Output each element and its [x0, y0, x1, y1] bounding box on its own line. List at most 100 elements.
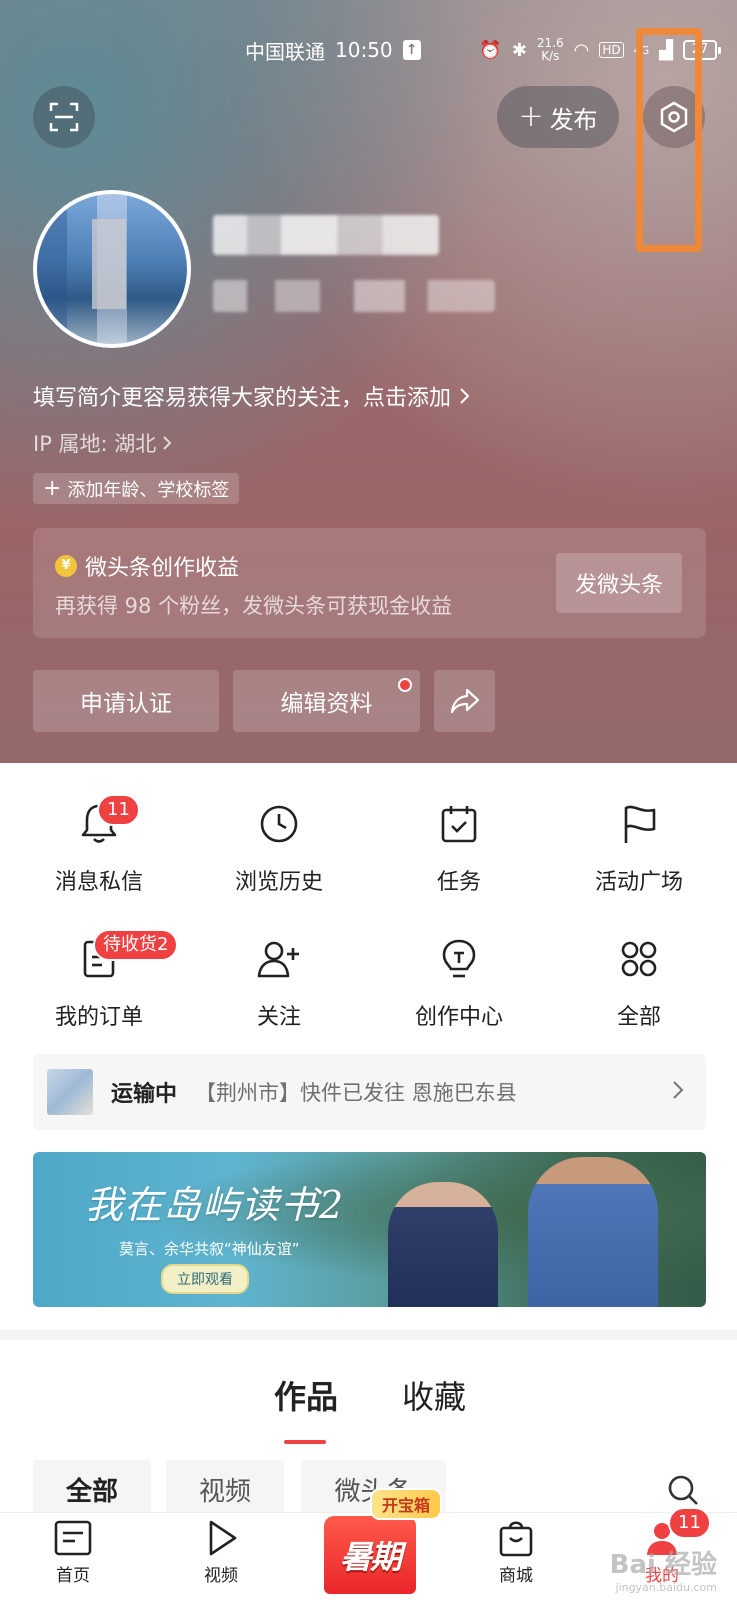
- bluetooth-icon: ✱: [511, 39, 527, 61]
- content-tabs: 作品 收藏: [0, 1340, 737, 1445]
- coin-icon: ¥: [55, 555, 77, 577]
- filter-video[interactable]: 视频: [166, 1460, 284, 1518]
- clock: 10:50: [335, 38, 393, 62]
- nav-video[interactable]: 视频: [171, 1519, 271, 1586]
- upload-notification-icon: ↑: [402, 40, 421, 60]
- play-icon: [209, 1520, 237, 1556]
- grid-item-label: 我的订单: [54, 1005, 143, 1030]
- grid-item-activity[interactable]: 活动广场: [559, 800, 719, 910]
- grid-item-history[interactable]: 浏览历史: [199, 800, 359, 910]
- summer-promo-button[interactable]: 暑期 开宝箱: [320, 1488, 443, 1598]
- search-icon[interactable]: [666, 1473, 700, 1507]
- filter-all[interactable]: 全部: [33, 1460, 151, 1518]
- add-tag-label: 添加年龄、学校标签: [67, 479, 230, 501]
- nav-label: 视频: [204, 1566, 238, 1586]
- grid-item-label: 浏览历史: [234, 870, 323, 895]
- open-treasure-tag: 开宝箱: [370, 1488, 443, 1520]
- watch-now-button[interactable]: 立即观看: [161, 1264, 249, 1294]
- share-arrow-icon: [450, 688, 479, 714]
- product-thumbnail: [47, 1069, 93, 1115]
- scan-icon: [49, 102, 79, 132]
- grid-item-all[interactable]: 全部: [559, 935, 719, 1045]
- earnings-description: 再获得 98 个粉丝，发微头条可获现金收益: [55, 594, 453, 618]
- treasure-box-icon: 暑期: [324, 1516, 416, 1594]
- user-stats-blurred: [213, 280, 495, 312]
- ip-location-text: IP 属地: 湖北: [33, 432, 157, 456]
- annotation-highlight-box: [636, 28, 702, 252]
- post-micro-headline-button[interactable]: 发微头条: [556, 553, 682, 613]
- active-tab-indicator: [284, 1440, 326, 1444]
- tab-works[interactable]: 作品: [274, 1372, 338, 1418]
- nav-label: 商城: [499, 1566, 533, 1586]
- grid-item-orders[interactable]: 我的订单 待收货2: [19, 929, 179, 1045]
- watermark-url: jingyan.baidu.com: [615, 1581, 717, 1594]
- network-speed: 21.6 K/s: [537, 37, 564, 63]
- plus-icon: +: [518, 99, 544, 134]
- grid-item-follow[interactable]: 关注: [199, 935, 359, 1045]
- nav-mall[interactable]: 商城: [466, 1519, 566, 1586]
- mine-badge: 11: [668, 1507, 711, 1539]
- grid-item-tasks[interactable]: 任务: [379, 800, 539, 910]
- grid-item-creator-center[interactable]: 创作中心: [379, 935, 539, 1045]
- unread-badge: 11: [97, 794, 140, 826]
- promo-label: 暑期: [339, 1538, 402, 1576]
- publish-label: 发布: [549, 105, 598, 134]
- bio-text: 填写简介更容易获得大家的关注，点击添加: [33, 386, 452, 411]
- hd-icon: HD: [599, 42, 624, 58]
- baidu-jingyan-watermark: Bai 经验 jingyan.baidu.com: [610, 1544, 717, 1594]
- bio-prompt[interactable]: 填写简介更容易获得大家的关注，点击添加: [33, 380, 471, 412]
- clock-icon: [255, 800, 303, 848]
- grid-item-label: 消息私信: [54, 870, 143, 895]
- earnings-card: ¥ 微头条创作收益 再获得 98 个粉丝，发微头条可获现金收益 发微头条: [33, 528, 706, 638]
- ip-location[interactable]: IP 属地: 湖北: [33, 428, 172, 458]
- banner-subtitle: 莫言、余华共叙“神仙友谊”: [119, 1240, 300, 1258]
- profile-header: 中国联通 10:50 ↑ ⏰ ✱ 21.6 K/s ◠ HD 4G ▟ 27 +…: [0, 0, 737, 763]
- plus-icon: +: [43, 475, 62, 501]
- banner-person-left: [388, 1182, 498, 1307]
- grid-item-label: 创作中心: [414, 1005, 503, 1030]
- banner-person-right: [528, 1157, 658, 1307]
- shipping-status: 运输中: [111, 1082, 178, 1107]
- nav-home[interactable]: 首页: [23, 1519, 123, 1586]
- earnings-title: ¥ 微头条创作收益: [55, 550, 239, 582]
- section-divider: [0, 1330, 737, 1340]
- lightbulb-icon: [435, 935, 483, 983]
- username-blurred: [213, 215, 439, 255]
- add-tag-button[interactable]: + 添加年龄、学校标签: [33, 473, 240, 504]
- earnings-title-text: 微头条创作收益: [85, 556, 240, 581]
- tab-favorites[interactable]: 收藏: [402, 1372, 466, 1418]
- calendar-check-icon: [435, 800, 483, 848]
- grid-dots-icon: [615, 935, 663, 983]
- chevron-right-icon: [673, 1081, 684, 1099]
- promo-banner[interactable]: 我在岛屿读书2 莫言、余华共叙“神仙友谊” 立即观看: [33, 1152, 706, 1307]
- shipping-status-bar[interactable]: 运输中 【荆州市】快件已发往 恩施巴东县: [33, 1054, 706, 1130]
- carrier-label: 中国联通: [245, 39, 325, 64]
- publish-button[interactable]: + 发布: [497, 86, 619, 148]
- shopping-bag-icon: [499, 1521, 533, 1557]
- edit-profile-button[interactable]: 编辑资料: [233, 670, 420, 732]
- network-speed-unit: K/s: [541, 49, 560, 63]
- share-button[interactable]: [434, 670, 495, 732]
- nav-label: 首页: [56, 1566, 90, 1586]
- edit-profile-label: 编辑资料: [280, 691, 373, 717]
- chevron-right-icon: [460, 388, 470, 404]
- chevron-right-icon: [163, 436, 172, 450]
- pending-delivery-badge: 待收货2: [93, 929, 179, 961]
- flag-icon: [615, 800, 663, 848]
- alarm-icon: ⏰: [479, 39, 502, 61]
- apply-verification-button[interactable]: 申请认证: [33, 670, 219, 732]
- avatar[interactable]: [33, 190, 191, 348]
- add-user-icon: [255, 935, 303, 983]
- grid-item-messages[interactable]: 消息私信 11: [19, 794, 179, 910]
- wifi-icon: ◠: [573, 39, 590, 61]
- watermark-brand: Bai 经验: [609, 1550, 717, 1580]
- shipping-detail: 【荆州市】快件已发往 恩施巴东县: [195, 1081, 517, 1105]
- notification-dot: [398, 678, 412, 692]
- network-speed-value: 21.6: [536, 36, 564, 50]
- grid-item-label: 关注: [256, 1005, 301, 1030]
- scan-button[interactable]: [33, 86, 95, 148]
- banner-title: 我在岛屿读书2: [85, 1183, 345, 1227]
- grid-item-label: 任务: [436, 870, 481, 895]
- grid-item-label: 全部: [616, 1005, 661, 1030]
- grid-item-label: 活动广场: [594, 870, 683, 895]
